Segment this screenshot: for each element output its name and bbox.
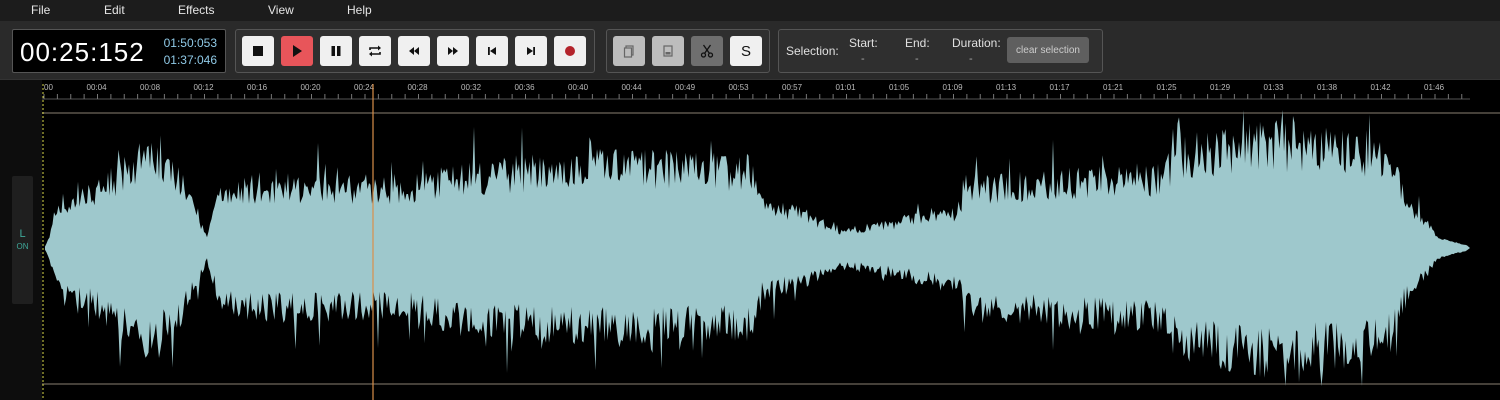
waveform-canvas[interactable] [0, 0, 1500, 400]
waveform [45, 110, 1470, 386]
ruler-ticks [43, 94, 1463, 99]
